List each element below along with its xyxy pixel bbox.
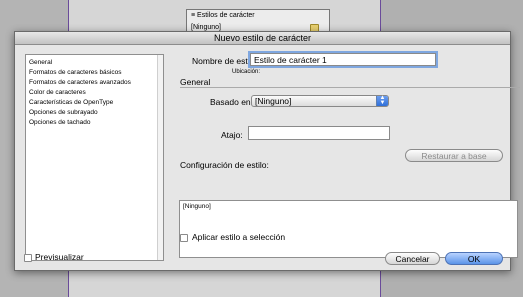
style-settings-text: [Ninguno] [183,203,211,210]
ok-button[interactable]: OK [445,252,503,265]
apply-style-label: Aplicar estilo a selección [192,232,286,242]
shortcut-label: Atajo: [221,130,243,140]
general-section-title: General [180,77,211,87]
style-settings-label: Configuración de estilo: [180,160,269,170]
list-item-opentype-features[interactable]: Características de OpenType [29,99,113,106]
select-arrows-icon: ▲ ▼ [376,95,388,106]
style-categories-list[interactable]: General Formatos de caracteres básicos F… [25,54,164,261]
style-name-label: Nombre de estilo: [192,56,259,66]
based-on-value: [Ninguno] [255,96,292,106]
shortcut-input[interactable] [248,126,390,140]
panel-selected-style[interactable]: [Ninguno] [191,24,221,31]
list-item-advanced-formats[interactable]: Formatos de caracteres avanzados [29,79,131,86]
list-item-character-color[interactable]: Color de caracteres [29,89,86,96]
panel-title: ≡ Estilos de carácter [191,12,255,19]
based-on-label: Basado en: [210,97,254,107]
preview-checkbox[interactable] [24,254,32,262]
based-on-select[interactable]: [Ninguno] ▲ ▼ [251,95,389,107]
apply-style-checkbox[interactable] [180,234,188,242]
restore-to-base-button[interactable]: Restaurar a base [405,149,503,162]
style-settings-textarea[interactable]: [Ninguno] [179,200,518,258]
list-item-underline-options[interactable]: Opciones de subrayado [29,109,98,116]
list-item-general[interactable]: General [29,59,52,66]
preview-label: Previsualizar [35,252,84,262]
list-item-strikethrough-options[interactable]: Opciones de tachado [29,119,90,126]
style-name-input[interactable]: Estilo de carácter 1 [248,51,438,68]
location-label: Ubicación: [232,69,261,75]
general-divider [180,87,520,88]
cancel-button[interactable]: Cancelar [385,252,440,265]
list-scrollbar[interactable] [157,55,163,260]
new-character-style-dialog: Nuevo estilo de carácter General Formato… [14,31,520,271]
list-item-basic-formats[interactable]: Formatos de caracteres básicos [29,69,121,76]
dialog-titlebar: Nuevo estilo de carácter [15,32,510,45]
